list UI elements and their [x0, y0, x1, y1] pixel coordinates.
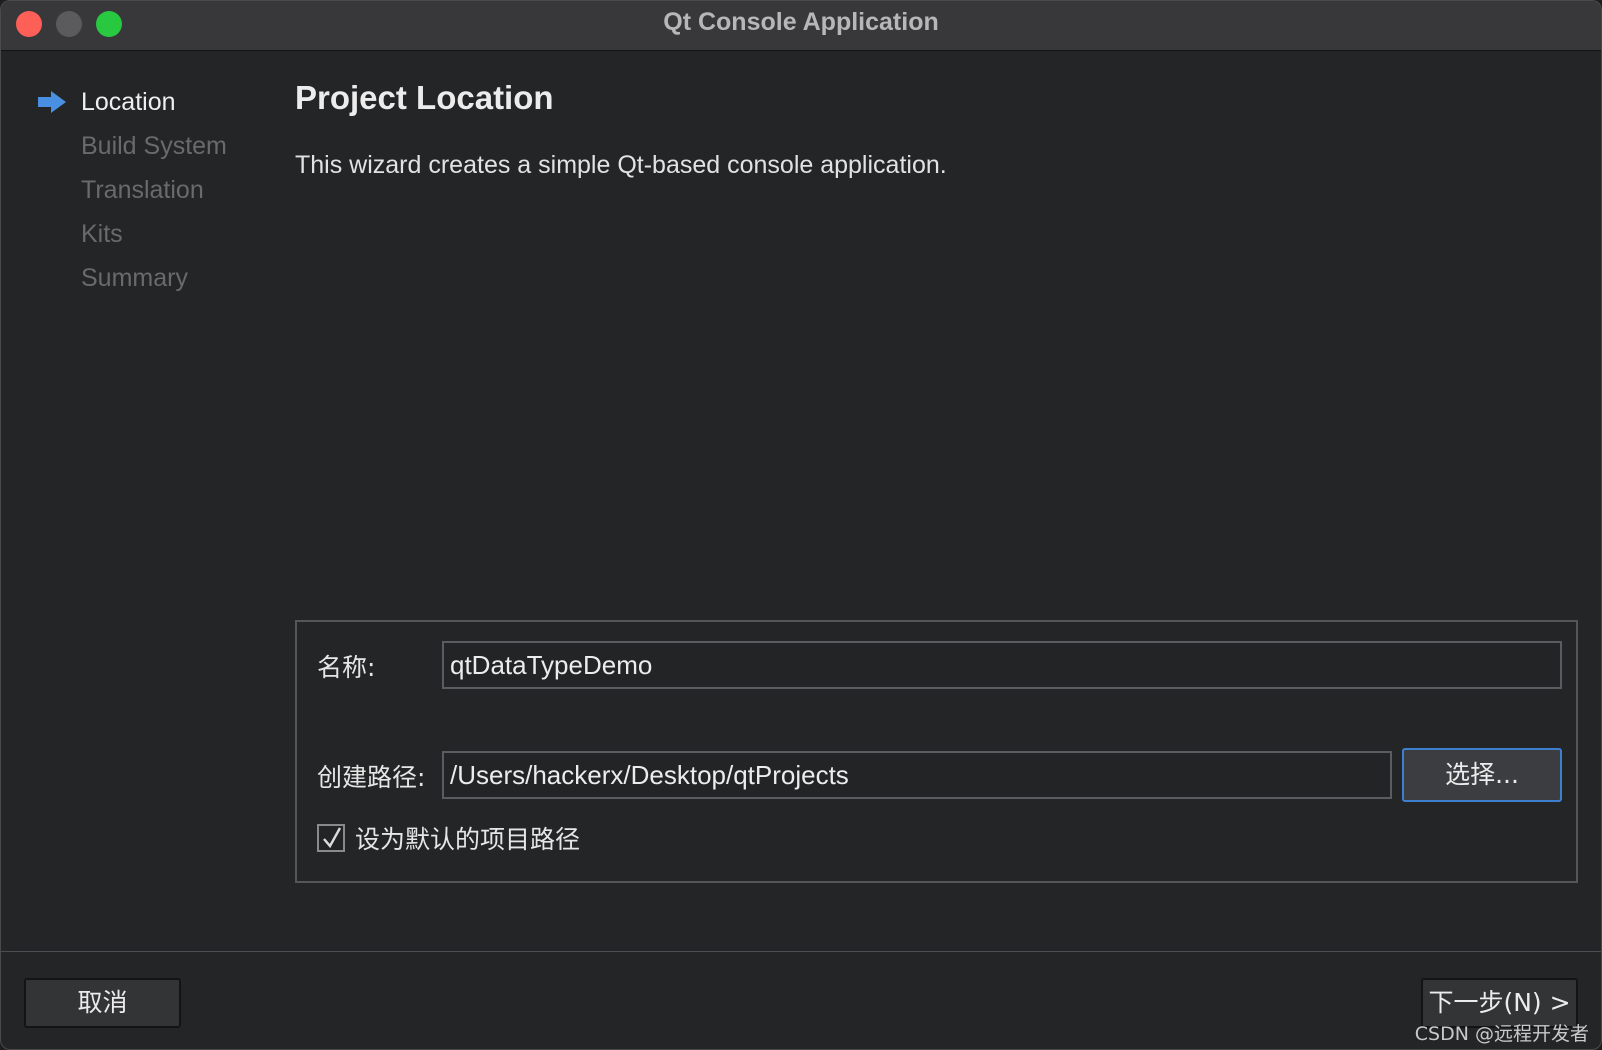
wizard-steps: Location Build System Translation Kits S… [35, 87, 227, 307]
step-label: Build System [81, 132, 227, 160]
wizard-window: Qt Console Application Location Build Sy… [0, 0, 1602, 1050]
step-label: Location [81, 88, 176, 116]
window-title: Qt Console Application [663, 8, 939, 36]
location-form: 名称: 创建路径: 选择... 设为默认的项目路径 [295, 620, 1578, 883]
checkmark-icon [323, 827, 342, 849]
step-translation: Translation [35, 175, 227, 219]
cancel-button[interactable]: 取消 [24, 978, 181, 1028]
watermark: CSDN @远程开发者 [1414, 1023, 1589, 1045]
step-location: Location [35, 87, 227, 131]
page-description: This wizard creates a simple Qt-based co… [295, 151, 947, 179]
title-bar[interactable]: Qt Console Application [1, 1, 1601, 51]
choose-path-button[interactable]: 选择... [1402, 748, 1562, 802]
project-name-input[interactable] [442, 641, 1562, 689]
path-label: 创建路径: [317, 763, 426, 792]
project-path-input[interactable] [442, 751, 1392, 799]
default-path-label: 设为默认的项目路径 [355, 825, 581, 854]
step-build-system: Build System [35, 131, 227, 175]
step-kits: Kits [35, 219, 227, 263]
step-label: Kits [81, 220, 123, 248]
step-label: Translation [81, 176, 204, 204]
name-label: 名称: [317, 653, 376, 682]
page-title: Project Location [295, 79, 554, 116]
step-summary: Summary [35, 263, 227, 307]
step-label: Summary [81, 264, 188, 292]
default-path-checkbox[interactable] [317, 824, 345, 852]
current-step-arrow-icon [38, 91, 66, 113]
footer-divider [1, 951, 1601, 952]
